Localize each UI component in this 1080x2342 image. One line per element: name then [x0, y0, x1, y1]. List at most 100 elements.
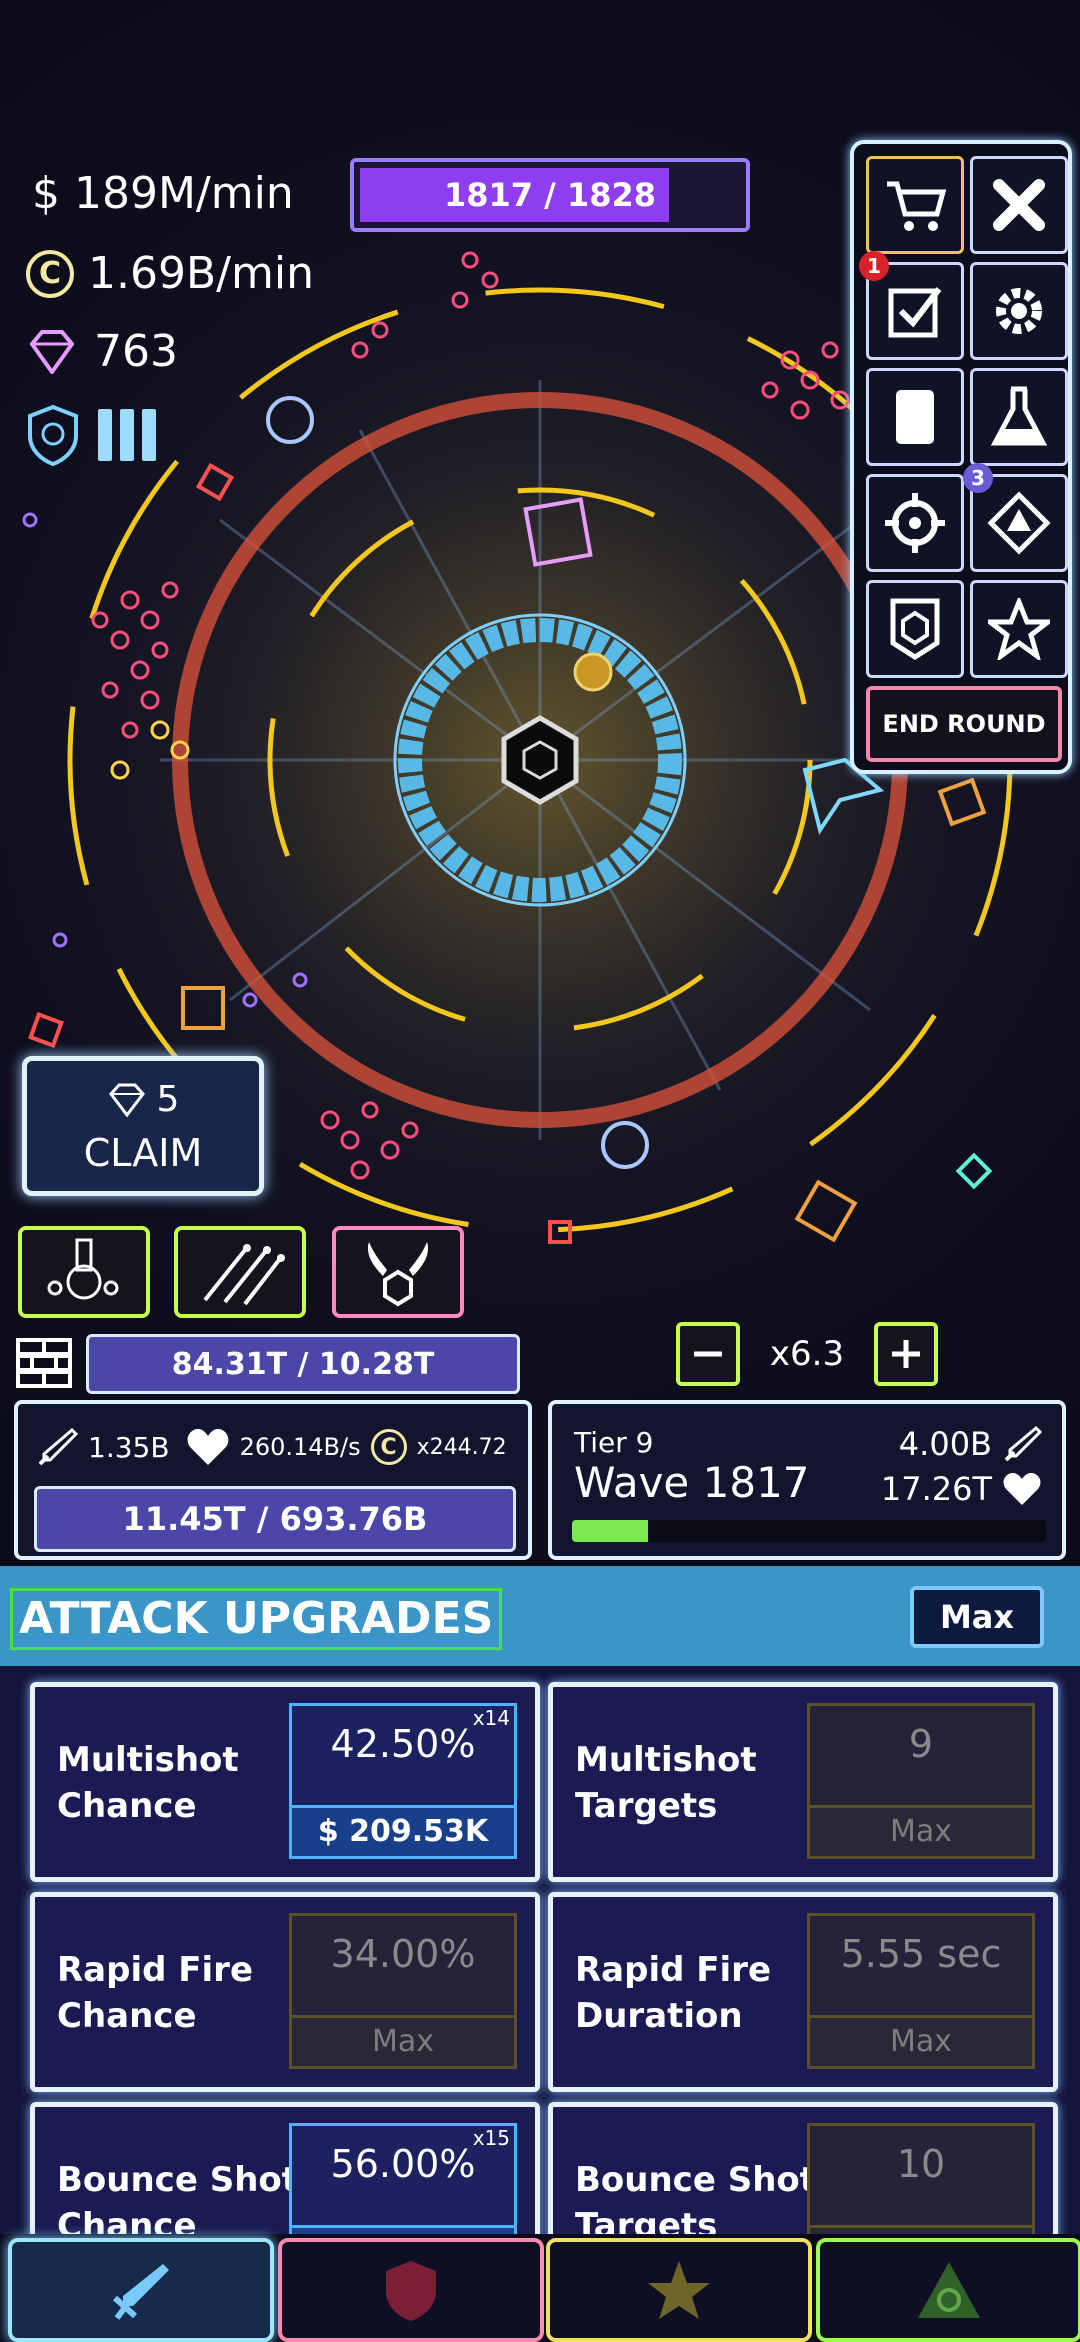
enemy-health-text: 17.26T — [880, 1470, 992, 1508]
missile-ability-button[interactable] — [174, 1226, 306, 1318]
lab-button[interactable] — [970, 368, 1068, 466]
upgrade-value: 42.50% — [330, 1722, 476, 1766]
upgrade-label-line: Rapid Fire — [57, 1950, 253, 1990]
buy-max-button[interactable]: Max — [910, 1586, 1044, 1648]
perk-bars — [98, 409, 156, 461]
modules-badge: 3 — [963, 463, 993, 493]
upgrade-cost: Max — [810, 2015, 1032, 2066]
end-round-button[interactable]: END ROUND — [866, 686, 1062, 762]
tower-health-text: 11.45T / 693.76B — [122, 1500, 428, 1538]
shop-button[interactable] — [866, 156, 964, 254]
banner-icon — [890, 598, 940, 660]
speed-increase-button[interactable] — [874, 1322, 938, 1386]
claim-label: CLAIM — [83, 1131, 203, 1175]
cards-button[interactable] — [866, 368, 964, 466]
gem-count-text: 763 — [94, 326, 178, 377]
heart-icon — [1003, 1473, 1041, 1505]
upgrade-label: Bounce Shot Chance — [57, 2157, 298, 2238]
upgrade-label-line: Multishot — [57, 1740, 239, 1780]
shield-icon — [28, 404, 78, 466]
gem-icon — [108, 1083, 145, 1117]
missions-icon — [888, 287, 942, 338]
wall-health-text: 84.31T / 10.28T — [171, 1346, 435, 1382]
close-button[interactable] — [970, 156, 1068, 254]
gem-icon — [29, 329, 75, 374]
upgrade-label-line: Duration — [575, 1996, 743, 2036]
upgrade-buy-button[interactable]: x14 42.50% $ 209.53K — [289, 1703, 517, 1859]
upgrade-label: Rapid Fire Chance — [57, 1947, 253, 2039]
upgrade-value: 9 — [908, 1722, 934, 1766]
settings-icon — [996, 288, 1042, 334]
bomb-ability-button[interactable] — [18, 1226, 150, 1318]
minus-icon — [694, 1351, 722, 1357]
star-icon — [648, 2261, 710, 2319]
cart-icon — [887, 181, 947, 231]
enemy-health: 17.26T — [881, 1470, 1042, 1508]
enemy-damage-text: 4.00B — [898, 1425, 992, 1463]
star-icon — [988, 598, 1050, 660]
tab-attack[interactable] — [8, 2238, 274, 2342]
buy-max-label: Max — [939, 1598, 1015, 1636]
perk-status[interactable] — [26, 404, 156, 466]
upgrade-label-line: Multishot — [575, 1740, 757, 1780]
wave-timer-bar — [572, 1520, 1046, 1542]
regen-text: 260.14B/s — [239, 1433, 361, 1461]
tier-label: Tier 9 — [574, 1426, 654, 1459]
missions-button[interactable]: 1 — [859, 251, 964, 360]
modules-button[interactable]: 3 — [963, 463, 1068, 572]
card-icon — [896, 390, 934, 444]
coin-rate: C 1.69B/min — [26, 248, 314, 299]
upgrade-value: 34.00% — [330, 1932, 476, 1976]
speed-label: x6.3 — [769, 1334, 845, 1374]
tab-ultimate[interactable] — [816, 2238, 1080, 2342]
guild-button[interactable] — [866, 580, 964, 678]
ultimate-weapon-icon — [918, 2262, 980, 2318]
end-round-label: END ROUND — [882, 710, 1046, 738]
wings-ability-button[interactable] — [332, 1226, 464, 1318]
upgrade-value: 10 — [896, 2142, 946, 2186]
upgrade-buy-button[interactable]: x15 56.00% $ 334.07K — [289, 2123, 517, 2238]
upgrade-card-bounce-shot-targets: Bounce Shot Targets 10 Max — [548, 2102, 1058, 2238]
wall-health-bar: 84.31T / 10.28T — [86, 1334, 520, 1394]
upgrade-label-line: Chance — [57, 1786, 197, 1826]
tower — [501, 715, 579, 805]
upgrade-label-line: Chance — [57, 2206, 197, 2238]
upgrade-label: Multishot Targets — [575, 1737, 757, 1829]
sword-icon — [38, 1427, 78, 1466]
upgrade-cost: $ 209.53K — [292, 1805, 514, 1856]
target-icon — [885, 493, 945, 553]
upgrade-label-line: Targets — [575, 1786, 718, 1826]
upgrade-card-bounce-shot-chance: Bounce Shot Chance x15 56.00% $ 334.07K — [30, 2102, 540, 2238]
upgrade-label: Multishot Chance — [57, 1737, 239, 1829]
damage-text: 1.35B — [88, 1430, 170, 1464]
upgrade-buy-button[interactable]: 9 Max — [807, 1703, 1035, 1859]
upgrade-list[interactable]: Multishot Chance x14 42.50% $ 209.53K Mul… — [0, 1666, 1080, 2238]
coin-pickup — [573, 652, 613, 692]
side-menu: 1 3 END ROUND — [850, 140, 1072, 774]
upgrade-buy-button[interactable]: 34.00% Max — [289, 1913, 517, 2069]
upgrade-label-line: Rapid Fire — [575, 1950, 771, 1990]
coin-rate-text: 1.69B/min — [88, 248, 314, 299]
upgrade-cost: Max — [292, 2015, 514, 2066]
upgrades-title: ATTACK UPGRADES — [10, 1588, 503, 1650]
settings-button[interactable] — [970, 262, 1068, 360]
target-button[interactable] — [866, 474, 964, 572]
favorites-button[interactable] — [970, 580, 1068, 678]
wave-progress-text: 1817 / 1828 — [443, 176, 657, 214]
wave-label: Wave 1817 — [574, 1458, 810, 1507]
tab-defense[interactable] — [278, 2238, 544, 2342]
wave-progress-bar: 1817 / 1828 — [350, 158, 750, 232]
tab-utility[interactable] — [546, 2238, 812, 2342]
enemy-damage: 4.00B — [899, 1424, 1042, 1464]
upgrade-buy-button[interactable]: 10 Max — [807, 2123, 1035, 2238]
upgrade-label-line: Bounce Shot — [575, 2160, 817, 2200]
missions-badge: 1 — [859, 251, 889, 281]
plus-icon — [892, 1340, 920, 1368]
lab-icon — [990, 386, 1048, 446]
upgrade-label-line: Chance — [57, 1996, 197, 2036]
claim-gems-button[interactable]: 5 CLAIM — [22, 1056, 264, 1196]
speed-decrease-button[interactable] — [676, 1322, 740, 1386]
upgrade-buy-button[interactable]: 5.55 sec Max — [807, 1913, 1035, 2069]
upgrade-cost: Max — [810, 1805, 1032, 1856]
missiles-icon — [203, 1244, 285, 1306]
